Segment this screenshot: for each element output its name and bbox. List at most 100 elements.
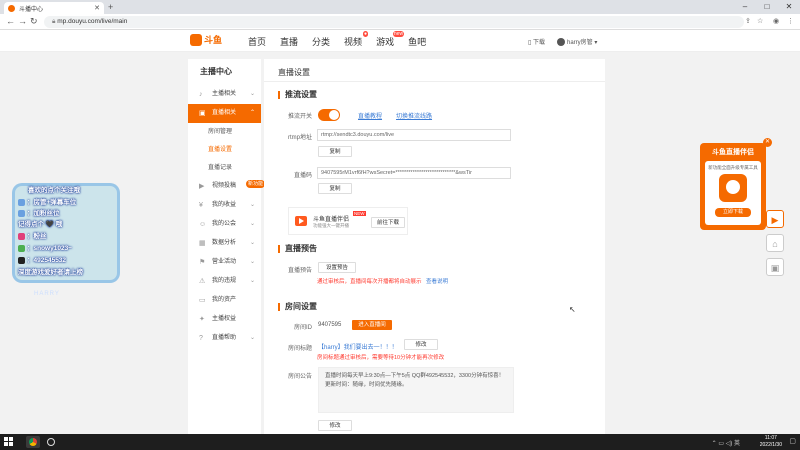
browser-tab[interactable]: 斗播中心 ✕ xyxy=(4,2,104,14)
chevron-up-icon: ⌃ xyxy=(249,110,255,116)
title-note: 房间标题通过审核后，需要等待10分钟才能再次修改 xyxy=(317,355,445,361)
edit-title-button[interactable]: 修改 xyxy=(404,339,438,350)
download-link[interactable]: ▯ 下载 xyxy=(528,37,545,46)
push-toggle[interactable] xyxy=(318,109,340,121)
overlay-line: 深度游戏爱好者请上榜 xyxy=(18,269,83,276)
sidebar-item-label: 视频投稿 xyxy=(212,183,237,189)
sidebar-item-video[interactable]: ▶ 视频投稿 新功能 xyxy=(188,177,265,196)
play-icon xyxy=(295,216,307,226)
user-menu[interactable]: harry房管 ▾ xyxy=(557,37,597,47)
coin-icon: ¥ xyxy=(199,202,203,209)
nav-home[interactable]: 首页 xyxy=(248,35,266,48)
nav-video[interactable]: 视频 ● xyxy=(344,31,369,48)
sidebar-sub-settings[interactable]: 直播设置 xyxy=(188,141,261,159)
room-title-label: 房间标题 xyxy=(287,346,312,352)
widget-download-button[interactable]: 立即下载 xyxy=(715,208,751,217)
windows-start-icon[interactable] xyxy=(4,437,14,447)
enter-room-button[interactable]: 进入直播间 xyxy=(352,320,392,330)
close-window-icon[interactable]: ✕ xyxy=(778,0,800,14)
sidebar-item-guild[interactable]: ☺ 我的公会 ⌄ xyxy=(188,215,261,234)
douyu-logo[interactable]: 斗鱼 xyxy=(190,33,222,46)
sidebar-item-income[interactable]: ¥ 我的收益 ⌄ xyxy=(188,196,261,215)
room-id-value: 9407595 xyxy=(318,322,342,328)
code-field[interactable]: 9407595rM1vrf6fH?wsSecret=**************… xyxy=(317,167,511,179)
maximize-icon[interactable]: □ xyxy=(756,0,778,14)
companion-widget[interactable]: 斗鱼直播伴侣 新功能全面升级专属工具 立即下载 xyxy=(700,143,766,230)
clock-time: 11:07 xyxy=(764,435,777,441)
chrome-taskbar-icon[interactable] xyxy=(26,436,40,448)
overlay-line: 记得点个 🖤 哦 xyxy=(18,221,63,228)
nav-video-label: 视频 xyxy=(344,37,363,47)
set-preview-button[interactable]: 设置预告 xyxy=(318,262,356,273)
nav-game[interactable]: 游戏 new xyxy=(376,31,405,48)
push-section-title: 推流设置 xyxy=(278,91,317,99)
flag-icon: ⚑ xyxy=(199,259,206,266)
nav-live[interactable]: 直播 xyxy=(280,35,298,48)
forward-icon[interactable]: → xyxy=(18,16,27,26)
sidebar-item-analytics[interactable]: ▦ 数据分析 ⌄ xyxy=(188,234,261,253)
url-text: mp.douyu.com/live/main xyxy=(57,18,128,25)
scan-icon[interactable]: ▣ xyxy=(766,258,784,276)
home-icon[interactable]: ⌂ xyxy=(766,234,784,252)
rtmp-field[interactable]: rtmp://sendtc3.douyu.com/live xyxy=(317,129,511,141)
sidebar-sub-records[interactable]: 直播记录 xyxy=(188,159,261,177)
notification-icon[interactable]: ▢ xyxy=(789,437,796,445)
promo-subtitle: 功能强大一键开播 xyxy=(313,223,349,228)
copy-rtmp-button[interactable]: 复制 xyxy=(318,146,352,157)
preview-help-link[interactable]: 查看说明 xyxy=(426,279,448,285)
taskbar: ⌃ ▭ ◁) 英 11:07 2022/1/30 ▢ xyxy=(0,434,800,450)
sidebar-item-live[interactable]: ▣ 直播相关 ⌃ xyxy=(188,104,261,123)
close-icon[interactable]: ✕ xyxy=(763,138,772,147)
wechat-icon xyxy=(18,244,25,252)
switch-line-link[interactable]: 切换推流线路 xyxy=(396,111,432,120)
menu-icon[interactable]: ⋮ xyxy=(787,17,794,25)
minimize-icon[interactable]: – xyxy=(734,0,756,14)
url-input[interactable]: 🔒︎ mp.douyu.com/live/main xyxy=(44,16,744,28)
sidebar-item-anchor[interactable]: ♪ 主播相关 ⌄ xyxy=(188,85,261,104)
user-name: harry房管 xyxy=(567,40,593,46)
sidebar-item-help[interactable]: ? 直播帮助 ⌄ xyxy=(188,329,261,348)
sidebar-item-label: 我的收益 xyxy=(212,202,237,208)
share-icon[interactable]: ⇪ xyxy=(745,17,751,25)
clock-date: 2022/1/30 xyxy=(759,442,782,448)
download-button[interactable]: 前往下载 xyxy=(371,217,405,228)
tutorial-link[interactable]: 直播教程 xyxy=(358,111,382,120)
wallet-icon: ▭ xyxy=(199,297,206,304)
sidebar-item-label: 我的违规 xyxy=(212,278,237,284)
qq-icon xyxy=(18,256,25,264)
nav-game-label: 游戏 xyxy=(376,37,395,47)
chevron-down-icon: ⌄ xyxy=(249,278,255,284)
sidebar-item-benefits[interactable]: ✦ 主播权益 xyxy=(188,310,261,329)
overlay-text: ：房管+弹幕车位 xyxy=(27,199,77,206)
widget-desc: 新功能全面升级专属工具 xyxy=(708,165,758,170)
header-right: ▯ 下载 harry房管 ▾ xyxy=(528,37,597,47)
clock[interactable]: 11:07 2022/1/30 xyxy=(760,435,782,449)
back-icon[interactable]: ← xyxy=(6,16,15,26)
sidebar-item-label: 直播帮助 xyxy=(212,335,237,341)
nav-category[interactable]: 分类 xyxy=(312,35,330,48)
new-tab-icon[interactable]: + xyxy=(108,2,113,12)
obs-taskbar-icon[interactable] xyxy=(44,436,58,448)
edit-notice-button[interactable]: 修改 xyxy=(318,420,352,431)
sidebar-item-assets[interactable]: ▭ 我的资产 xyxy=(188,291,261,310)
avatar-icon xyxy=(18,209,25,217)
sidebar-sub-room[interactable]: 房间管理 xyxy=(188,123,261,141)
profile-icon[interactable]: ◉ xyxy=(773,17,779,25)
volume-icon: ◁) xyxy=(725,441,733,447)
sidebar-item-activity[interactable]: ⚑ 营业活动 ⌄ xyxy=(188,253,261,272)
app-icon xyxy=(719,174,747,202)
star-icon[interactable]: ☆ xyxy=(757,17,763,25)
system-tray[interactable]: ⌃ ▭ ◁) 英 xyxy=(712,438,740,447)
close-icon[interactable]: ✕ xyxy=(94,4,100,12)
reload-icon[interactable]: ↻ xyxy=(30,16,38,27)
sidebar-item-label: 我的公会 xyxy=(212,221,237,227)
play-icon[interactable]: ▶ xyxy=(766,210,784,228)
avatar xyxy=(557,38,565,47)
chevron-down-icon: ⌄ xyxy=(249,259,255,265)
nav-yuba[interactable]: 鱼吧 xyxy=(408,35,426,48)
sidebar-item-violation[interactable]: ⚠ 我的违规 ⌄ xyxy=(188,272,261,291)
favicon-icon xyxy=(8,4,15,12)
sidebar: 主播中心 ♪ 主播相关 ⌄ ▣ 直播相关 ⌃ 房间管理 直播设置 直播记录 ▶ 视频投稿 新… xyxy=(188,59,265,435)
notice-textarea[interactable]: 直播时间每天早上9:30点—下午5点 QQ群492545532，3300分钟有惊… xyxy=(318,367,514,413)
copy-code-button[interactable]: 复制 xyxy=(318,183,352,194)
